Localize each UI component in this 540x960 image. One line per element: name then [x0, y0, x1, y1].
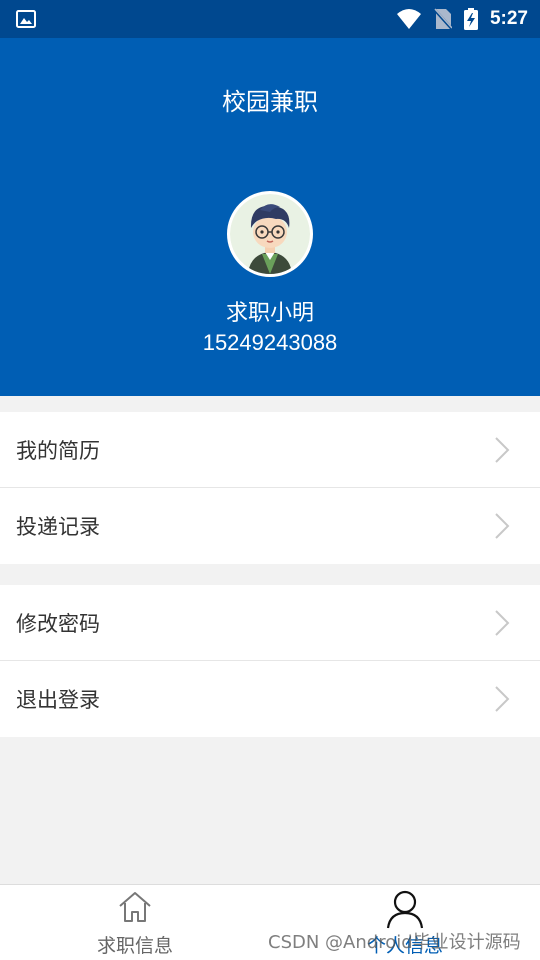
user-name: 求职小明	[225, 301, 314, 326]
chevron-right-icon	[494, 512, 510, 540]
home-icon	[117, 889, 153, 925]
menu-item-label: 投递记录	[16, 515, 100, 539]
watermark: CSDN @Android毕业设计源码	[268, 932, 521, 953]
user-phone: 15249243088	[202, 330, 338, 355]
menu-item-change-password[interactable]: 修改密码	[0, 585, 540, 661]
tab-label: 求职信息	[96, 935, 173, 957]
menu-item-label: 修改密码	[16, 611, 100, 636]
avatar-illustration	[230, 194, 310, 274]
chevron-right-icon	[494, 685, 510, 713]
menu-group-2: 修改密码 退出登录	[0, 585, 540, 737]
status-bar: 5:27	[0, 0, 540, 38]
chevron-right-icon	[494, 609, 510, 637]
profile-header: 校园兼职 求职小明 15249243088	[0, 38, 540, 396]
menu-item-my-resume[interactable]: 我的简历	[0, 412, 540, 488]
wifi-icon	[396, 8, 422, 30]
chevron-right-icon	[494, 436, 510, 464]
person-icon	[386, 889, 424, 929]
menu-item-label: 我的简历	[16, 438, 100, 463]
menu-item-label: 退出登录	[16, 688, 100, 712]
battery-charging-icon	[463, 8, 478, 30]
image-icon	[16, 9, 36, 29]
clock-time: 5:27	[489, 8, 528, 29]
tab-job-info[interactable]: 求职信息	[0, 885, 270, 960]
avatar[interactable]	[227, 191, 313, 277]
menu-item-logout[interactable]: 退出登录	[0, 661, 540, 737]
no-sim-icon	[433, 8, 452, 30]
menu-group-1: 我的简历 投递记录	[0, 412, 540, 564]
menu-item-application-records[interactable]: 投递记录	[0, 488, 540, 564]
page-title: 校园兼职	[222, 88, 318, 116]
